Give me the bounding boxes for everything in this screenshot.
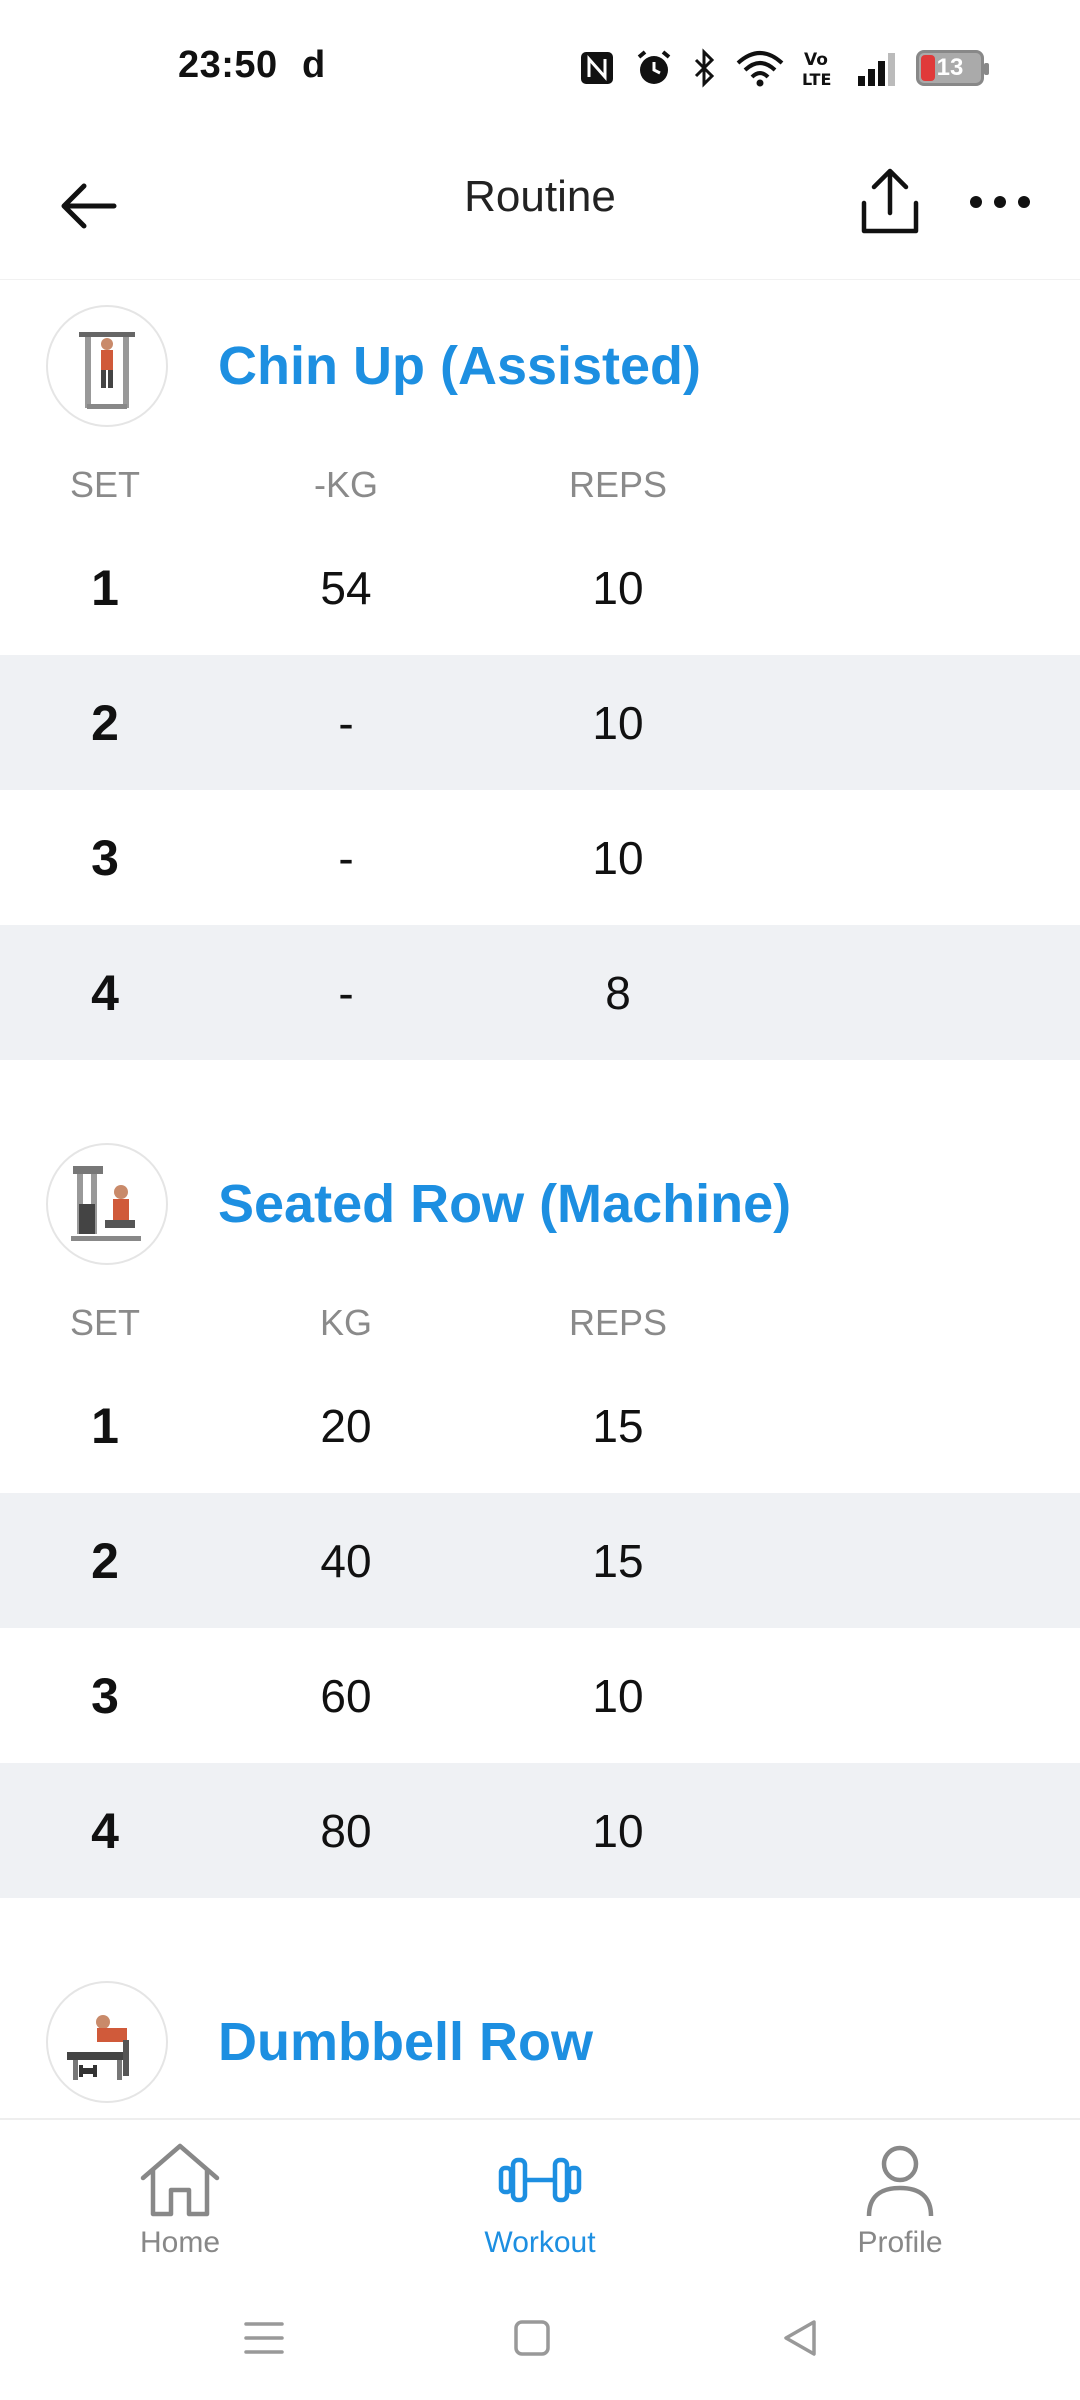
home-system-button[interactable] (492, 2308, 572, 2368)
exercise-name: Dumbbell Row (218, 2012, 593, 2072)
exercise-header[interactable]: Seated Row (Machine) (0, 1120, 1080, 1288)
set-reps: 10 (592, 1804, 644, 1857)
set-row: 2 40 15 (0, 1493, 1080, 1628)
set-number: 3 (91, 829, 119, 886)
menu-lines-icon (244, 2322, 284, 2354)
nav-profile[interactable]: Profile (780, 2140, 1020, 2260)
share-button[interactable] (850, 162, 930, 242)
system-navigation-bar (0, 2278, 1080, 2400)
set-reps: 10 (592, 561, 644, 614)
nav-home-label: Home (139, 2226, 221, 2259)
volte-icon: Vo LTE (802, 50, 831, 88)
nav-workout-label: Workout (484, 2226, 596, 2259)
exercise-thumbnail (46, 1981, 168, 2103)
signal-icon (858, 53, 895, 86)
set-weight: 54 (320, 561, 372, 614)
exercise-card: Dumbbell Row (0, 1958, 1080, 2118)
kg-column-header: -KG (313, 464, 378, 505)
status-extra-indicator: d (302, 44, 326, 86)
reps-column-header: REPS (568, 464, 668, 505)
set-number: 3 (91, 1667, 119, 1724)
set-row: 2 - 10 (0, 655, 1080, 790)
svg-text:Vo: Vo (804, 50, 828, 70)
home-icon (140, 2143, 220, 2217)
dumbbell-row-icon (67, 2015, 129, 2080)
set-weight: 20 (320, 1399, 372, 1452)
set-weight: 80 (320, 1804, 372, 1857)
nav-profile-label: Profile (857, 2226, 943, 2259)
battery-level: 13 (936, 54, 964, 81)
set-row: 4 80 10 (0, 1763, 1080, 1898)
exercise-card: Chin Up (Assisted) SET -KG REPS 1 54 10 … (0, 282, 1080, 1060)
square-icon (514, 2320, 550, 2356)
bottom-navigation: Home Workout Profile (0, 2118, 1080, 2278)
recent-apps-button[interactable] (224, 2308, 304, 2368)
exercise-name: Seated Row (Machine) (218, 1174, 792, 1234)
wifi-icon (736, 51, 784, 87)
svg-text:LTE: LTE (802, 70, 831, 88)
seated-row-machine-icon (71, 1166, 141, 1241)
set-number: 2 (91, 694, 119, 751)
nav-workout[interactable]: Workout (420, 2140, 660, 2260)
set-row: 1 20 15 (0, 1358, 1080, 1493)
set-weight: 40 (320, 1534, 372, 1587)
set-row: 1 54 10 (0, 520, 1080, 655)
set-weight: - (338, 831, 354, 884)
dumbbell-icon (498, 2157, 582, 2203)
exercise-name: Chin Up (Assisted) (218, 336, 702, 396)
set-row: 3 - 10 (0, 790, 1080, 925)
set-reps: 8 (605, 966, 631, 1019)
nav-home[interactable]: Home (60, 2140, 300, 2260)
set-number: 1 (91, 1397, 119, 1454)
status-icons: Vo LTE 13 (578, 46, 989, 90)
app-bar: Routine (0, 130, 1080, 280)
set-reps: 15 (592, 1534, 644, 1587)
more-dots-icon (970, 196, 1030, 208)
set-number: 4 (91, 1802, 119, 1859)
set-reps: 10 (592, 831, 644, 884)
exercise-header[interactable]: Dumbbell Row (0, 1958, 1080, 2118)
set-number: 1 (91, 559, 119, 616)
set-table-header: SET -KG REPS (0, 450, 1080, 520)
routine-exercise-list[interactable]: Chin Up (Assisted) SET -KG REPS 1 54 10 … (0, 282, 1080, 2118)
set-number: 4 (91, 964, 119, 1021)
exercise-header[interactable]: Chin Up (Assisted) (0, 282, 1080, 450)
more-options-button[interactable] (960, 162, 1040, 242)
set-row: 4 - 8 (0, 925, 1080, 1060)
set-table-header: SET KG REPS (0, 1288, 1080, 1358)
triangle-back-icon (784, 2320, 816, 2356)
set-column-header: SET (69, 1302, 140, 1343)
set-weight: - (338, 966, 354, 1019)
set-weight: - (338, 696, 354, 749)
status-bar: 23:50 d Vo LTE 13 (0, 0, 1080, 130)
set-reps: 10 (592, 696, 644, 749)
set-row: 3 60 10 (0, 1628, 1080, 1763)
chin-up-machine-icon (79, 332, 135, 409)
bluetooth-icon (694, 48, 715, 88)
nfc-icon (581, 52, 613, 84)
exercise-card: Seated Row (Machine) SET KG REPS 1 20 15… (0, 1120, 1080, 1898)
exercise-thumbnail (46, 305, 168, 427)
reps-column-header: REPS (568, 1302, 668, 1343)
set-column-header: SET (69, 464, 140, 505)
set-number: 2 (91, 1532, 119, 1589)
set-reps: 15 (592, 1399, 644, 1452)
battery-icon: 13 (916, 50, 989, 86)
alarm-icon (637, 50, 671, 84)
back-system-button[interactable] (760, 2308, 840, 2368)
kg-column-header: KG (319, 1302, 372, 1343)
set-weight: 60 (320, 1669, 372, 1722)
set-reps: 10 (592, 1669, 644, 1722)
exercise-thumbnail (46, 1143, 168, 1265)
status-time: 23:50 (178, 44, 278, 86)
share-icon (861, 168, 919, 234)
profile-icon (866, 2145, 934, 2217)
